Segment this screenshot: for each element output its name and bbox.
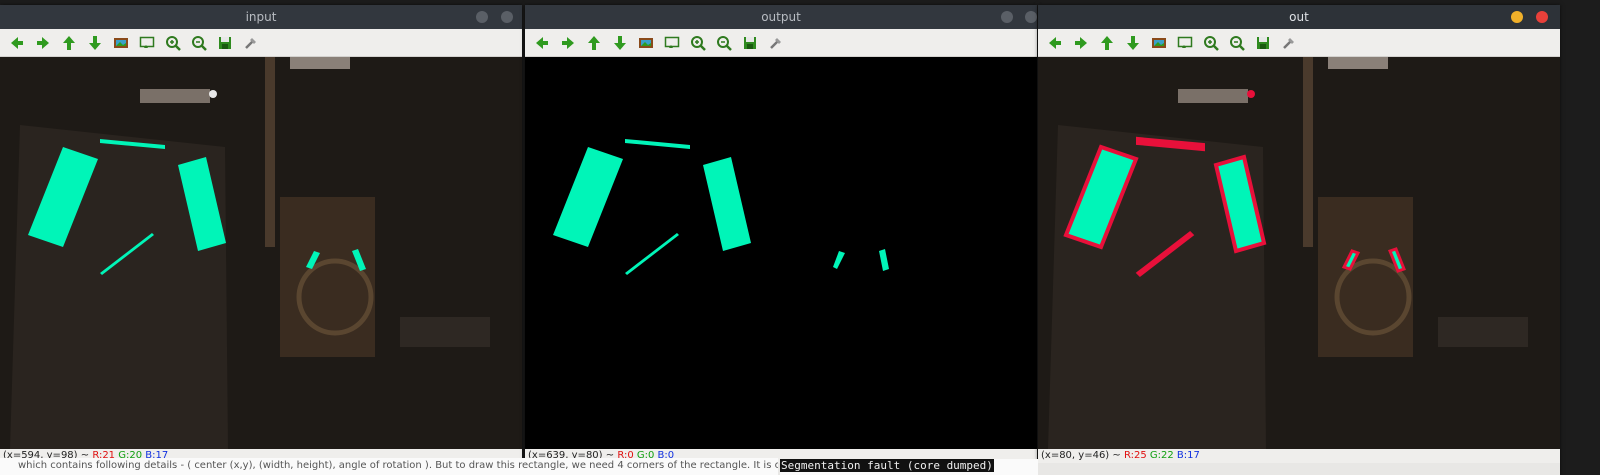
red-value: R:25 — [1123, 450, 1147, 461]
window-title-bar[interactable]: input — [0, 5, 522, 29]
arrow-right-button[interactable] — [555, 30, 581, 56]
minimize-button[interactable] — [476, 11, 488, 23]
arrow-left-icon — [1047, 35, 1063, 51]
toolbar — [1038, 29, 1560, 57]
arrow-down-icon — [1125, 35, 1141, 51]
zoom-region-icon — [664, 35, 680, 51]
zoom-region-button[interactable] — [659, 30, 685, 56]
minimize-button[interactable] — [1001, 11, 1013, 23]
close-button[interactable] — [1536, 11, 1548, 23]
zoom-out-icon — [1229, 35, 1245, 51]
arrow-left-icon — [534, 35, 550, 51]
properties-icon — [1281, 35, 1297, 51]
zoom-out-button[interactable] — [1224, 30, 1250, 56]
arrow-up-icon — [61, 35, 77, 51]
save-button[interactable] — [737, 30, 763, 56]
properties-icon — [243, 35, 259, 51]
window-title: output — [761, 10, 801, 24]
arrow-up-icon — [586, 35, 602, 51]
close-button[interactable] — [1025, 11, 1037, 23]
image-button[interactable] — [108, 30, 134, 56]
arrow-up-icon — [1099, 35, 1115, 51]
image-canvas[interactable] — [1038, 57, 1560, 449]
zoom-region-button[interactable] — [134, 30, 160, 56]
arrow-right-button[interactable] — [30, 30, 56, 56]
zoom-in-icon — [165, 35, 181, 51]
arrow-right-button[interactable] — [1068, 30, 1094, 56]
save-icon — [217, 35, 233, 51]
arrow-left-button[interactable] — [529, 30, 555, 56]
zoom-region-icon — [139, 35, 155, 51]
cursor-coords: (x=80, y=46) ~ — [1041, 450, 1121, 461]
image-canvas[interactable] — [525, 57, 1037, 449]
output-window: output (x=639, y=80) ~ R:0 G:0 B:0 — [525, 5, 1037, 475]
blue-value: B:17 — [1176, 450, 1200, 461]
background-document-text: which contains following details - ( cen… — [0, 458, 778, 475]
zoom-out-button[interactable] — [711, 30, 737, 56]
save-icon — [742, 35, 758, 51]
zoom-region-button[interactable] — [1172, 30, 1198, 56]
input-window: input (x=594, y=98) ~ R:21 G:20 B:17 — [0, 5, 522, 475]
arrow-down-button[interactable] — [82, 30, 108, 56]
zoom-in-icon — [1203, 35, 1219, 51]
arrow-down-button[interactable] — [1120, 30, 1146, 56]
toolbar — [0, 29, 522, 57]
arrow-right-icon — [1073, 35, 1089, 51]
toolbar — [525, 29, 1037, 57]
zoom-in-button[interactable] — [160, 30, 186, 56]
scene-image — [0, 57, 522, 449]
zoom-out-icon — [716, 35, 732, 51]
arrow-left-icon — [9, 35, 25, 51]
zoom-in-button[interactable] — [1198, 30, 1224, 56]
annotated-image — [1038, 57, 1560, 449]
arrow-down-button[interactable] — [607, 30, 633, 56]
save-button[interactable] — [212, 30, 238, 56]
zoom-in-icon — [690, 35, 706, 51]
arrow-left-button[interactable] — [4, 30, 30, 56]
save-button[interactable] — [1250, 30, 1276, 56]
background-terminal: Segmentation fault (core dumped) — [780, 459, 1038, 475]
image-icon — [638, 35, 654, 51]
properties-button[interactable] — [238, 30, 264, 56]
arrow-up-button[interactable] — [1094, 30, 1120, 56]
terminal-output: Segmentation fault (core dumped) — [780, 459, 994, 472]
properties-button[interactable] — [1276, 30, 1302, 56]
image-icon — [1151, 35, 1167, 51]
arrow-left-button[interactable] — [1042, 30, 1068, 56]
arrow-down-icon — [612, 35, 628, 51]
properties-icon — [768, 35, 784, 51]
window-title-bar[interactable]: out — [1038, 5, 1560, 29]
arrow-right-icon — [35, 35, 51, 51]
image-canvas[interactable] — [0, 57, 522, 449]
zoom-out-button[interactable] — [186, 30, 212, 56]
out-window: out (x=80, y=46) ~ R:25 G:22 B:17 — [1038, 5, 1560, 475]
image-icon — [113, 35, 129, 51]
arrow-down-icon — [87, 35, 103, 51]
zoom-out-icon — [191, 35, 207, 51]
minimize-button[interactable] — [1511, 11, 1523, 23]
window-title: input — [245, 10, 277, 24]
close-button[interactable] — [501, 11, 513, 23]
window-title: out — [1289, 10, 1309, 24]
green-value: G:22 — [1149, 450, 1174, 461]
mask-image — [525, 57, 1037, 449]
zoom-in-button[interactable] — [685, 30, 711, 56]
arrow-up-button[interactable] — [581, 30, 607, 56]
image-button[interactable] — [1146, 30, 1172, 56]
save-icon — [1255, 35, 1271, 51]
image-button[interactable] — [633, 30, 659, 56]
arrow-up-button[interactable] — [56, 30, 82, 56]
zoom-region-icon — [1177, 35, 1193, 51]
arrow-right-icon — [560, 35, 576, 51]
status-bar: (x=80, y=46) ~ R:25 G:22 B:17 — [1038, 449, 1560, 463]
window-title-bar[interactable]: output — [525, 5, 1037, 29]
properties-button[interactable] — [763, 30, 789, 56]
